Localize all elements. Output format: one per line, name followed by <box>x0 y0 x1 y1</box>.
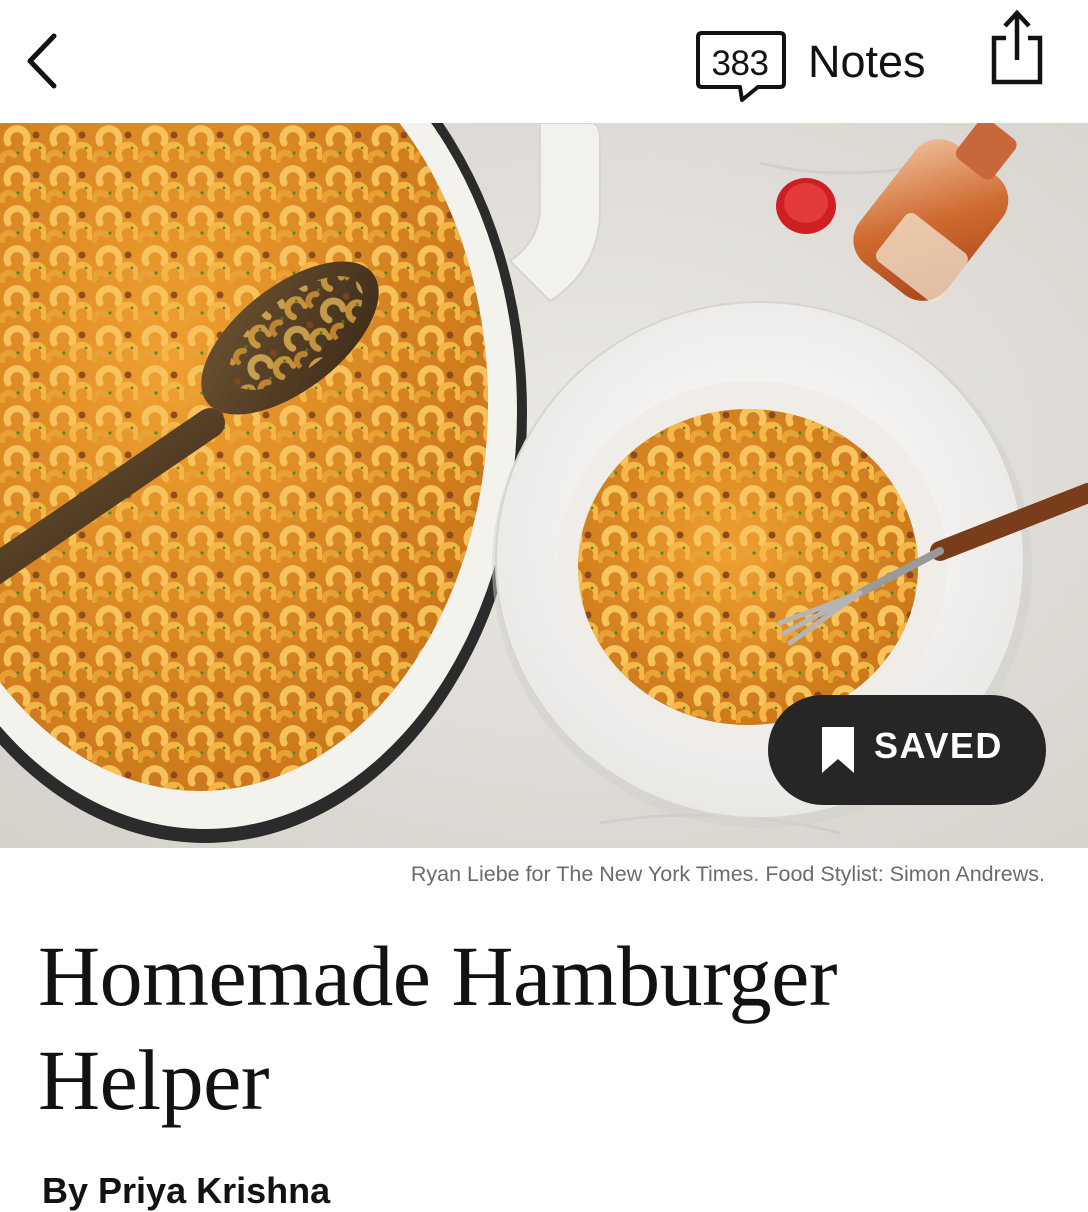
top-navigation-bar: 383 Notes <box>0 0 1088 122</box>
share-button[interactable] <box>986 8 1048 88</box>
notes-label: Notes <box>808 36 926 87</box>
bookmark-icon <box>822 727 854 773</box>
share-icon <box>991 9 1043 85</box>
chevron-left-icon <box>27 33 57 89</box>
back-button[interactable] <box>18 28 74 94</box>
saved-toggle-button[interactable]: SAVED <box>768 695 1046 805</box>
recipe-photo: SAVED <box>0 123 1088 848</box>
byline: By Priya Krishna <box>42 1170 330 1212</box>
byline-prefix: By <box>42 1170 89 1211</box>
photo-credit: Ryan Liebe for The New York Times. Food … <box>410 862 1045 886</box>
notes-count: 383 <box>711 44 769 83</box>
recipe-title: Homemade Hamburger Helper <box>38 928 837 1128</box>
author-link[interactable]: Priya Krishna <box>98 1170 330 1211</box>
saved-label: SAVED <box>874 725 1003 766</box>
notes-button[interactable]: 383 Notes <box>696 30 936 104</box>
